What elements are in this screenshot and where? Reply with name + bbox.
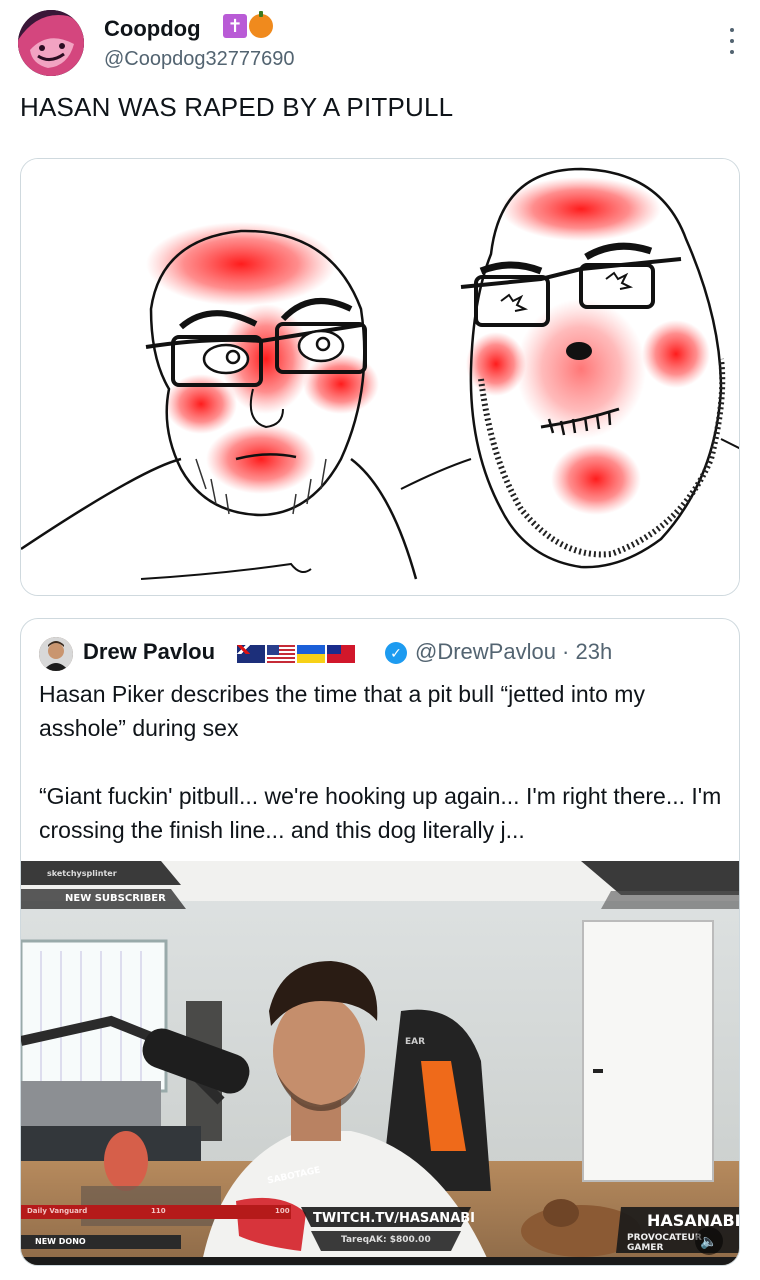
meme-image	[21, 159, 739, 595]
hasanabi-logo: HASANABI	[647, 1211, 740, 1230]
chair-text: EAR	[405, 1037, 426, 1047]
tweet-media[interactable]	[20, 158, 740, 596]
author-handle[interactable]: @Coopdog32777690	[104, 48, 294, 71]
twitch-url: TWITCH.TV/HASANABI	[313, 1211, 475, 1226]
usa-flag-icon	[267, 645, 295, 663]
quoted-tweet[interactable]: Drew Pavlou ✓ @DrewPavlou · 23h Hasan Pi…	[20, 618, 740, 1266]
pumpkin-icon	[249, 11, 273, 38]
author-avatar[interactable]	[18, 10, 84, 76]
hasanabi-logo-sub: PROVOCATEUR GAMER	[627, 1233, 702, 1253]
stream-screenshot[interactable]: sketchysplinter NEW SUBSCRIBER SABOTAGE …	[21, 861, 740, 1265]
ukraine-flag-icon	[297, 645, 325, 663]
more-options-icon[interactable]	[728, 28, 736, 54]
new-donor-label: NEW DONO	[35, 1237, 86, 1246]
cross-icon: ✝	[223, 14, 247, 38]
bar-right-value: 100	[275, 1207, 290, 1215]
quote-author-avatar[interactable]	[39, 637, 73, 671]
australia-flag-icon	[237, 645, 265, 663]
quote-text: Hasan Piker describes the time that a pi…	[39, 681, 722, 843]
new-subscriber-label: NEW SUBSCRIBER	[65, 893, 166, 904]
streamer-tag: sketchysplinter	[47, 869, 117, 878]
bar-left-value: 110	[151, 1207, 166, 1215]
stream-scene	[21, 861, 739, 1265]
author-badges: ✝	[223, 11, 273, 38]
quote-author-handle[interactable]: @DrewPavlou · 23h	[415, 639, 612, 665]
mute-icon[interactable]: 🔈	[695, 1227, 723, 1255]
verified-icon: ✓	[385, 642, 407, 664]
quote-author-name[interactable]: Drew Pavlou	[83, 639, 215, 665]
daily-label: Daily Vanguard	[27, 1207, 88, 1215]
author-name[interactable]: Coopdog	[104, 16, 201, 42]
donation-text: TareqAK: $800.00	[341, 1235, 431, 1245]
tweet-text: HASAN WAS RAPED BY A PITPULL	[20, 92, 454, 122]
taiwan-flag-icon	[327, 645, 355, 663]
quote-author-flags	[237, 645, 355, 663]
tweet-header: Coopdog ✝ @Coopdog32777690	[18, 8, 742, 78]
